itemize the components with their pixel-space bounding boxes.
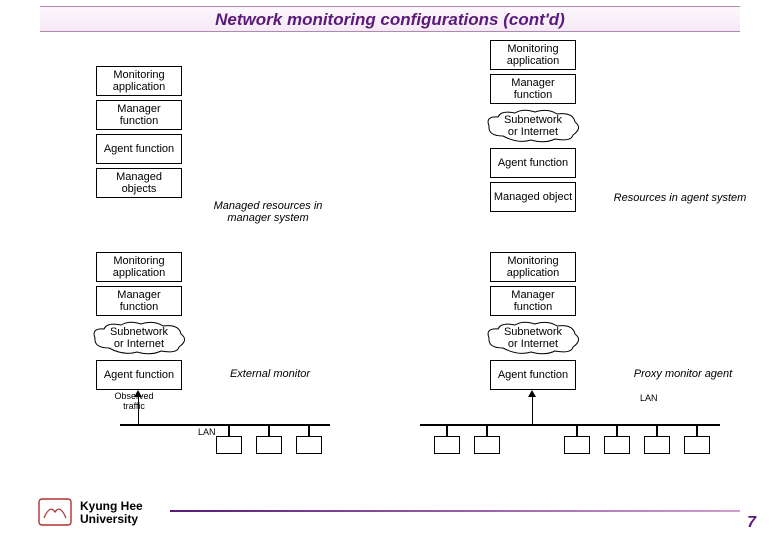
rt-monitoring-application: Monitoring application [490, 40, 576, 70]
rb-lan-node-1 [434, 436, 460, 454]
lb-lan-tick-3 [308, 424, 310, 436]
rb-lan-tick-1 [446, 424, 448, 436]
rt-manager-function: Manager function [490, 74, 576, 104]
slide-title: Network monitoring configurations (cont'… [40, 6, 740, 32]
lb-lan-tick-2 [268, 424, 270, 436]
rb-agent-function: Agent function [490, 360, 576, 390]
lt-manager-function: Manager function [96, 100, 182, 130]
rb-lan-bus [420, 424, 720, 426]
lb-lan-node-1 [216, 436, 242, 454]
label-proxy-monitor: Proxy monitor agent [608, 368, 758, 380]
lt-agent-function: Agent function [96, 134, 182, 164]
rb-manager-function: Manager function [490, 286, 576, 316]
footer-divider [170, 510, 740, 512]
rb-lan-tick-4 [616, 424, 618, 436]
lb-subnet-label: Subnetwork or Internet [110, 326, 168, 350]
rb-lan-label: LAN [640, 394, 658, 404]
university-logo-icon [38, 498, 72, 526]
rb-lan-tick-2 [486, 424, 488, 436]
lb-lan-label: LAN [198, 428, 216, 438]
university-name: Kyung Hee University [80, 500, 143, 526]
page-number: 7 [747, 514, 756, 532]
rb-monitoring-application: Monitoring application [490, 252, 576, 282]
rt-agent-function: Agent function [490, 148, 576, 178]
rt-subnet-label: Subnetwork or Internet [504, 114, 562, 138]
lb-traffic-arrow-icon [134, 390, 142, 397]
lb-monitoring-application: Monitoring application [96, 252, 182, 282]
rb-lan-node-5 [644, 436, 670, 454]
rb-lan-node-6 [684, 436, 710, 454]
rb-lan-tick-6 [696, 424, 698, 436]
lb-agent-function: Agent function [96, 360, 182, 390]
lt-managed-objects: Managed objects [96, 168, 182, 198]
rb-subnet-label: Subnetwork or Internet [504, 326, 562, 350]
label-managed-resources: Managed resources in manager system [198, 200, 338, 224]
rt-managed-object: Managed object [490, 182, 576, 212]
label-resources-agent: Resources in agent system [600, 192, 760, 204]
lb-manager-function: Manager function [96, 286, 182, 316]
rb-lan-node-3 [564, 436, 590, 454]
label-external-monitor: External monitor [210, 368, 330, 380]
lb-lan-node-2 [256, 436, 282, 454]
rb-lan-tick-5 [656, 424, 658, 436]
rb-conn-arrow-icon [528, 390, 536, 397]
lb-lan-bus [120, 424, 330, 426]
lb-lan-node-3 [296, 436, 322, 454]
rb-subnet-cloud: Subnetwork or Internet [482, 320, 584, 356]
lt-monitoring-application: Monitoring application [96, 66, 182, 96]
rt-subnet-cloud: Subnetwork or Internet [482, 108, 584, 144]
rb-lan-node-2 [474, 436, 500, 454]
lb-subnet-cloud: Subnetwork or Internet [88, 320, 190, 356]
rb-lan-tick-3 [576, 424, 578, 436]
rb-lan-node-4 [604, 436, 630, 454]
lb-lan-tick-1 [228, 424, 230, 436]
